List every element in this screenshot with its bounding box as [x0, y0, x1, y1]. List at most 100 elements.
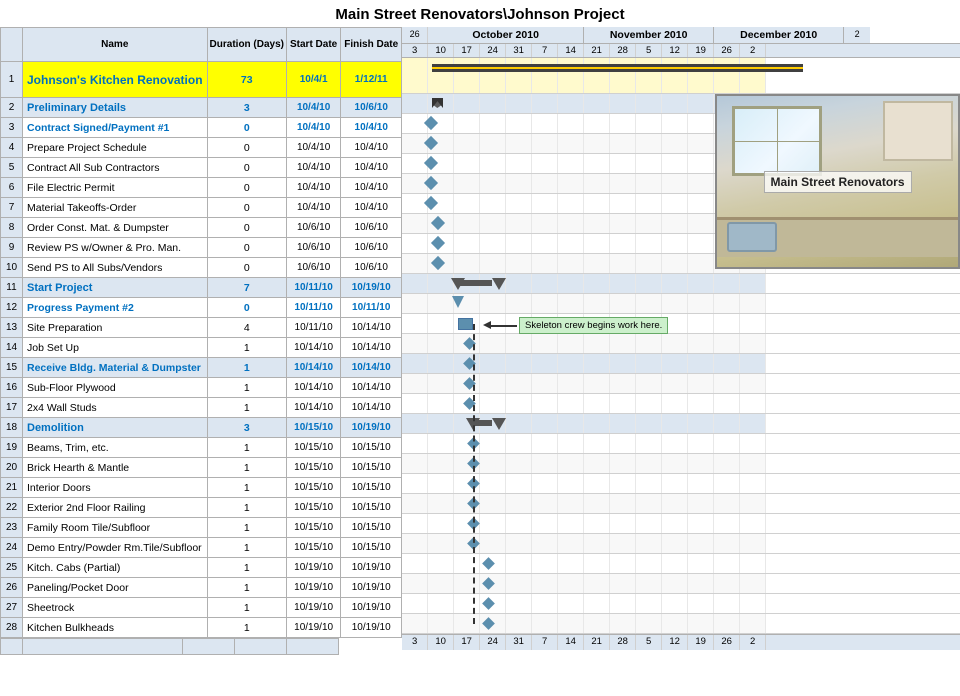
day-hdr-10: 10 [428, 44, 454, 57]
gantt-cell [506, 334, 532, 353]
gantt-cell [506, 114, 532, 133]
gantt-cell [454, 58, 480, 93]
task-finish: 10/15/10 [341, 498, 402, 518]
day-hdr-28: 28 [610, 44, 636, 57]
col-header-num [1, 28, 23, 62]
gantt-cell [402, 614, 428, 633]
gantt-cell [428, 194, 454, 213]
table-row: 18Demolition310/15/1010/19/10 [1, 418, 402, 438]
gantt-cell [636, 394, 662, 413]
gantt-cell [480, 574, 506, 593]
task-start: 10/6/10 [287, 258, 341, 278]
gantt-cell [532, 454, 558, 473]
gantt-cell [480, 534, 506, 553]
task-name: Review PS w/Owner & Pro. Man. [23, 238, 208, 258]
row-num: 12 [1, 298, 23, 318]
gantt-cell [558, 294, 584, 313]
gantt-cell [662, 414, 688, 433]
gantt-cell [584, 594, 610, 613]
gantt-cell [662, 594, 688, 613]
gantt-cell [610, 174, 636, 193]
gantt-cell [688, 114, 714, 133]
table-row: 10Send PS to All Subs/Vendors010/6/1010/… [1, 258, 402, 278]
gantt-cell [740, 594, 766, 613]
gantt-cell [688, 58, 714, 93]
gantt-cell [428, 334, 454, 353]
gantt-cell [532, 374, 558, 393]
gantt-cell [688, 434, 714, 453]
task-duration: 73 [207, 62, 286, 98]
task-finish: 10/6/10 [341, 258, 402, 278]
gantt-cell [454, 254, 480, 273]
gantt-cell [454, 214, 480, 233]
gantt-cell [610, 614, 636, 633]
gantt-cell [688, 194, 714, 213]
gantt-cell [480, 114, 506, 133]
gantt-cell [688, 294, 714, 313]
gantt-cell [662, 394, 688, 413]
gantt-cell [454, 94, 480, 113]
task-duration: 1 [207, 578, 286, 598]
gantt-cell [610, 114, 636, 133]
gantt-row [402, 394, 960, 414]
task-finish: 10/14/10 [341, 358, 402, 378]
gantt-cell [428, 614, 454, 633]
table-row: 19Beams, Trim, etc.110/15/1010/15/10 [1, 438, 402, 458]
gantt-cell [454, 614, 480, 633]
table-row: 21Interior Doors110/15/1010/15/10 [1, 478, 402, 498]
day-hdr-5: 5 [636, 44, 662, 57]
task-start: 10/19/10 [287, 578, 341, 598]
gantt-cell [402, 234, 428, 253]
table-row: 2Preliminary Details310/4/1010/6/10 [1, 98, 402, 118]
gantt-cell [714, 314, 740, 333]
gantt-cell [532, 494, 558, 513]
gantt-cell [454, 414, 480, 433]
gantt-cell [480, 334, 506, 353]
gantt-cell [636, 614, 662, 633]
gantt-cell [662, 294, 688, 313]
gantt-cell [584, 114, 610, 133]
gantt-cell [558, 174, 584, 193]
gantt-cell [636, 554, 662, 573]
task-name: Start Project [23, 278, 208, 298]
gantt-cell [402, 58, 428, 93]
table-row: 26Paneling/Pocket Door110/19/1010/19/10 [1, 578, 402, 598]
row-num: 20 [1, 458, 23, 478]
row-num: 9 [1, 238, 23, 258]
task-name: Site Preparation [23, 318, 208, 338]
day-hdr-3: 3 [402, 44, 428, 57]
gantt-area: 26 October 2010 November 2010 December 2… [402, 27, 960, 655]
task-start: 10/4/1 [287, 62, 341, 98]
gantt-cell [662, 614, 688, 633]
gantt-cell [636, 94, 662, 113]
task-finish: 10/19/10 [341, 278, 402, 298]
gantt-cell [402, 574, 428, 593]
gantt-cell [402, 94, 428, 113]
gantt-cell [428, 414, 454, 433]
task-start: 10/14/10 [287, 378, 341, 398]
gantt-cell [662, 374, 688, 393]
task-finish: 10/19/10 [341, 558, 402, 578]
gantt-cell [558, 134, 584, 153]
gantt-cell [402, 434, 428, 453]
gantt-cell [506, 374, 532, 393]
gantt-row [402, 474, 960, 494]
gantt-cell [740, 514, 766, 533]
gantt-cell [428, 514, 454, 533]
task-duration: 1 [207, 338, 286, 358]
gantt-cell [402, 114, 428, 133]
task-name: Send PS to All Subs/Vendors [23, 258, 208, 278]
gantt-cell [532, 334, 558, 353]
task-start: 10/15/10 [287, 538, 341, 558]
gantt-cell [636, 474, 662, 493]
gantt-cell [428, 274, 454, 293]
gantt-cell [532, 514, 558, 533]
gantt-cell [610, 514, 636, 533]
gantt-cell [506, 454, 532, 473]
task-finish: 10/19/10 [341, 578, 402, 598]
gantt-cell [506, 474, 532, 493]
gantt-cell [454, 514, 480, 533]
gantt-row [402, 274, 960, 294]
task-start: 10/4/10 [287, 198, 341, 218]
row-num: 13 [1, 318, 23, 338]
